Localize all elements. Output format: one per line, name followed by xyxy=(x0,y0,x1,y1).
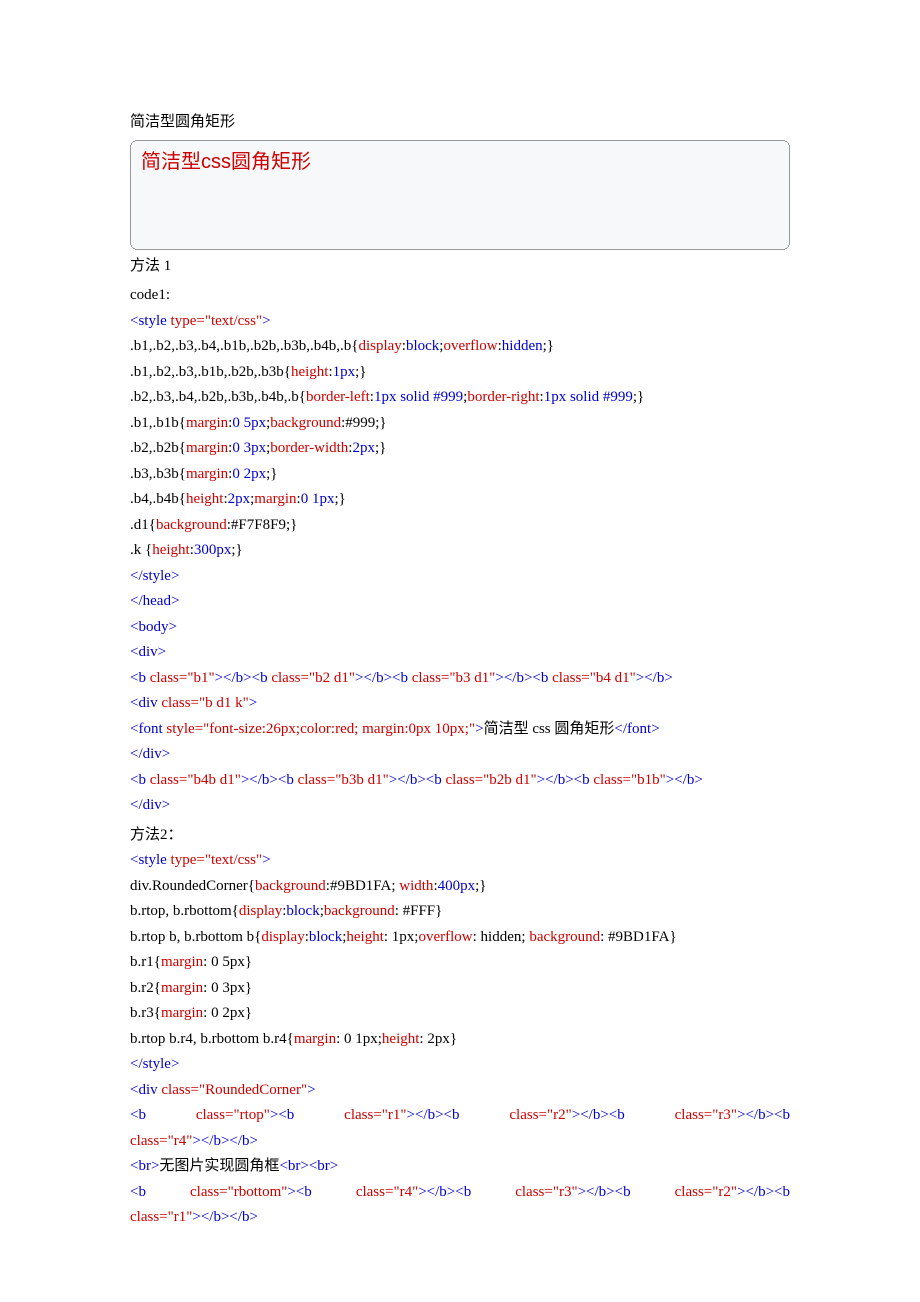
code-line: <b class="rtop"><b class="r1"></b><b cla… xyxy=(130,1103,790,1129)
code-line: .b2,.b3,.b4,.b2b,.b3b,.b4b,.b{border-lef… xyxy=(130,385,790,411)
code-line: </div> xyxy=(130,742,790,768)
code-line: .b1,.b2,.b3,.b1b,.b2b,.b3b{height:1px;} xyxy=(130,360,790,386)
method1-label: 方法 1 xyxy=(130,254,790,280)
box-text-css: css xyxy=(201,151,231,173)
box-text-a: 简洁型 xyxy=(141,151,201,173)
code-line: <div> xyxy=(130,640,790,666)
code1-label: code1: xyxy=(130,283,790,309)
code-line: .d1{background:#F7F8F9;} xyxy=(130,513,790,539)
code-line: .b1,.b2,.b3,.b4,.b1b,.b2b,.b3b,.b4b,.b{d… xyxy=(130,334,790,360)
box-text-b: 圆角矩形 xyxy=(231,151,311,173)
code-line: </style> xyxy=(130,564,790,590)
code-line: b.rtop b.r4, b.rbottom b.r4{margin: 0 1p… xyxy=(130,1027,790,1053)
code-line: </head> xyxy=(130,589,790,615)
code-line: <div class="RoundedCorner"> xyxy=(130,1078,790,1104)
code-line: class="r1"></b></b> xyxy=(130,1205,790,1231)
code-line: <style type="text/css"> xyxy=(130,848,790,874)
code-line: <b class="b1"></b><b class="b2 d1"></b><… xyxy=(130,666,790,692)
code-line: <br>无图片实现圆角框<br><br> xyxy=(130,1154,790,1180)
code-line: <font style="font-size:26px;color:red; m… xyxy=(130,717,790,743)
code-line: <body> xyxy=(130,615,790,641)
code-line: .b1,.b1b{margin:0 5px;background:#999;} xyxy=(130,411,790,437)
code-line: div.RoundedCorner{background:#9BD1FA; wi… xyxy=(130,874,790,900)
code-line: b.r1{margin: 0 5px} xyxy=(130,950,790,976)
code-line: .b2,.b2b{margin:0 3px;border-width:2px;} xyxy=(130,436,790,462)
code-line: </style> xyxy=(130,1052,790,1078)
code-line: b.rtop b, b.rbottom b{display:block;heig… xyxy=(130,925,790,951)
code-line: b.rtop, b.rbottom{display:block;backgrou… xyxy=(130,899,790,925)
code-line: <style type="text/css"> xyxy=(130,309,790,335)
code-line: class="r4"></b></b> xyxy=(130,1129,790,1155)
code-line: </div> xyxy=(130,793,790,819)
code-line: .b4,.b4b{height:2px;margin:0 1px;} xyxy=(130,487,790,513)
code-line: b.r3{margin: 0 2px} xyxy=(130,1001,790,1027)
method2-label: 方法2： xyxy=(130,823,790,849)
document-page: 简洁型圆角矩形 简洁型css圆角矩形 方法 1 code1: <style ty… xyxy=(0,0,920,1291)
code-line: b.r2{margin: 0 3px} xyxy=(130,976,790,1002)
rounded-box-demo: 简洁型css圆角矩形 xyxy=(130,140,790,250)
code-line: <b class="rbottom"><b class="r4"></b><b … xyxy=(130,1180,790,1206)
code-line: <b class="b4b d1"></b><b class="b3b d1">… xyxy=(130,768,790,794)
page-title: 简洁型圆角矩形 xyxy=(130,110,790,136)
code-line: .b3,.b3b{margin:0 2px;} xyxy=(130,462,790,488)
code-line: <div class="b d1 k"> xyxy=(130,691,790,717)
box-text: 简洁型css圆角矩形 xyxy=(141,151,311,173)
code-line: .k {height:300px;} xyxy=(130,538,790,564)
